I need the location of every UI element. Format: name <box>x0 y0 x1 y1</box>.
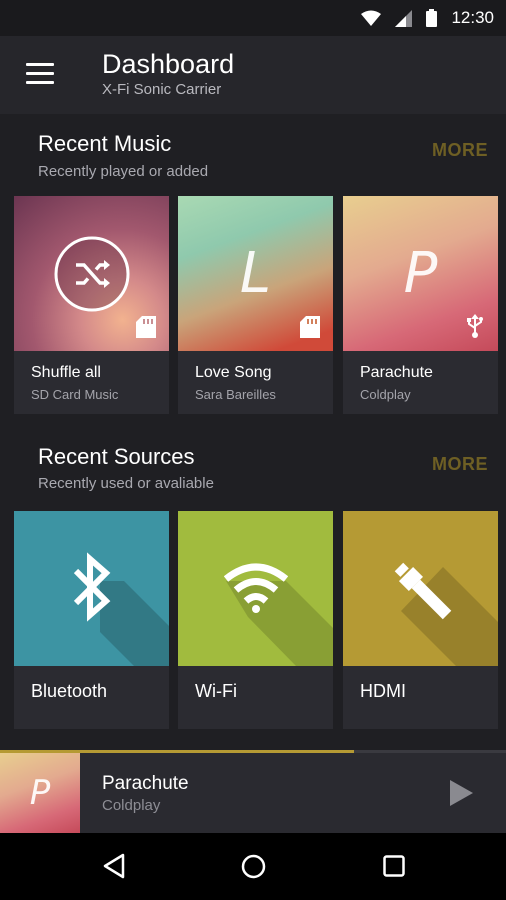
wifi-icon <box>224 563 288 613</box>
shuffle-icon <box>54 236 130 312</box>
bluetooth-icon <box>73 552 111 622</box>
play-icon[interactable] <box>448 779 474 807</box>
home-icon[interactable] <box>241 854 266 879</box>
album-art: L <box>178 196 333 351</box>
recent-music-more-button[interactable]: MORE <box>432 140 488 161</box>
album-art: P <box>343 196 498 351</box>
music-card-love-song[interactable]: L Love Song Sara Bareilles <box>178 196 333 414</box>
battery-icon <box>426 9 438 27</box>
now-playing-title: Parachute <box>102 773 189 794</box>
wifi-signal-icon <box>361 10 382 26</box>
album-art <box>14 196 169 351</box>
recent-music-title: Recent Music <box>38 131 172 156</box>
source-tile <box>343 511 498 666</box>
menu-icon-line <box>26 81 54 84</box>
recent-sources-subtitle: Recently used or avaliable <box>38 475 214 492</box>
sd-card-icon <box>136 316 156 338</box>
recent-sources-more-button[interactable]: MORE <box>432 454 488 475</box>
source-card-label: Wi-Fi <box>195 681 237 701</box>
now-playing-artist: Coldplay <box>102 797 161 814</box>
music-card-title: Parachute <box>360 364 433 381</box>
sd-card-icon <box>300 316 320 338</box>
recents-icon[interactable] <box>383 855 405 877</box>
menu-button[interactable] <box>26 63 54 85</box>
source-tile <box>14 511 169 666</box>
source-card-wifi[interactable]: Wi-Fi <box>178 511 333 729</box>
cell-signal-icon <box>395 9 413 27</box>
recent-music-subtitle: Recently played or added <box>38 163 209 180</box>
music-card-subtitle: Sara Bareilles <box>195 387 276 402</box>
now-playing-bar[interactable]: P Parachute Coldplay <box>0 753 506 833</box>
menu-icon-line <box>26 63 54 66</box>
usb-icon <box>467 314 483 338</box>
source-tile <box>178 511 333 666</box>
system-nav-bar <box>0 833 506 900</box>
page-title: Dashboard <box>102 49 235 79</box>
source-card-hdmi[interactable]: HDMI <box>343 511 498 729</box>
source-card-label: Bluetooth <box>31 681 108 701</box>
music-card-subtitle: SD Card Music <box>31 387 119 402</box>
music-card-subtitle: Coldplay <box>360 387 411 402</box>
app-bar: Dashboard X-Fi Sonic Carrier <box>0 36 506 114</box>
status-bar: 12:30 <box>0 0 506 36</box>
back-icon[interactable] <box>102 853 126 879</box>
page-subtitle: X-Fi Sonic Carrier <box>102 81 222 98</box>
status-time: 12:30 <box>451 8 494 27</box>
hdmi-icon <box>394 562 452 620</box>
now-playing-art: P <box>0 753 80 833</box>
source-card-bluetooth[interactable]: Bluetooth <box>14 511 169 729</box>
music-card-title: Shuffle all <box>31 364 101 381</box>
music-card-title: Love Song <box>195 364 272 381</box>
source-card-label: HDMI <box>360 681 406 701</box>
music-card-shuffle[interactable]: Shuffle all SD Card Music <box>14 196 169 414</box>
menu-icon-line <box>26 72 54 75</box>
music-card-parachute[interactable]: P Parachute Coldplay <box>343 196 498 414</box>
recent-sources-title: Recent Sources <box>38 444 195 469</box>
